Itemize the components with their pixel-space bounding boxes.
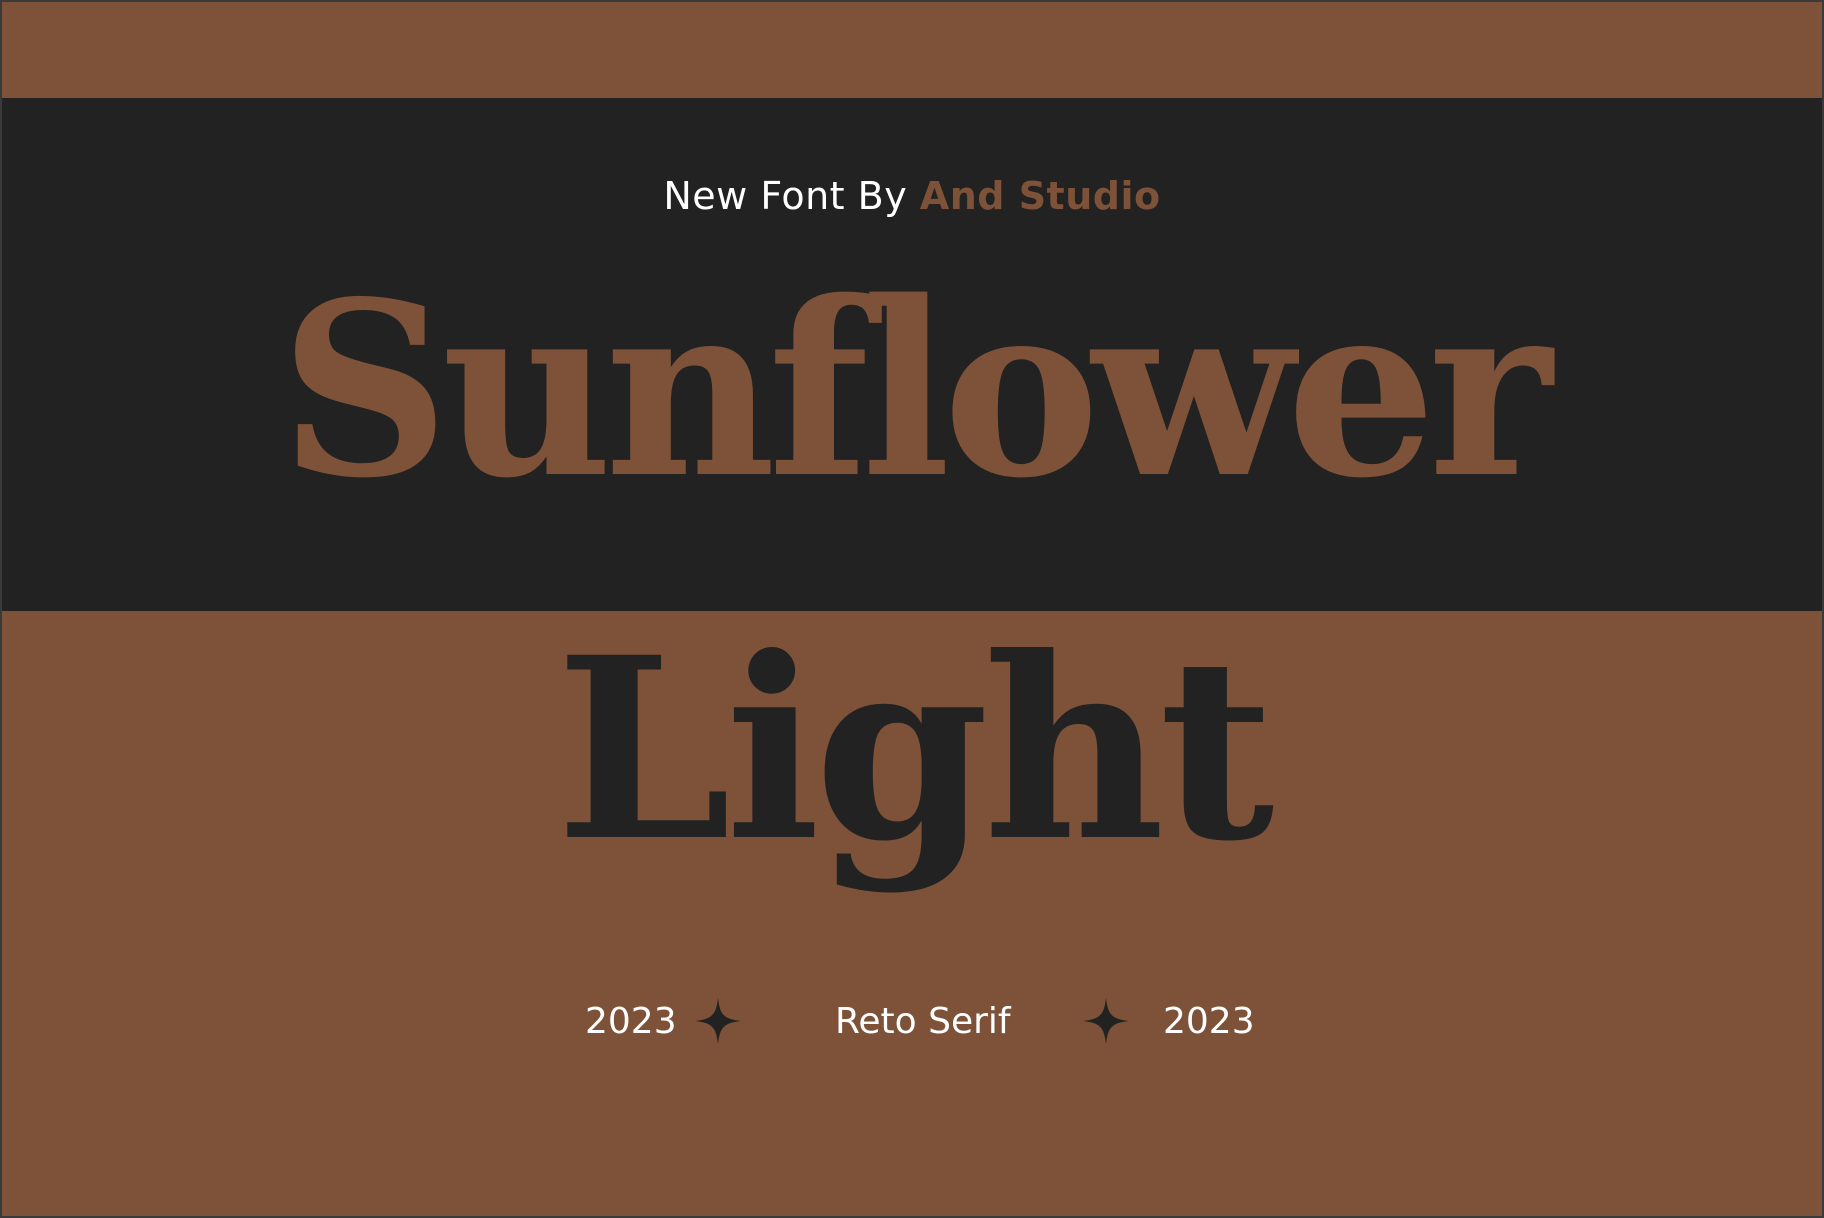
byline: New Font By And Studio (2, 174, 1822, 218)
footer-row: 2023 Reto Serif 2023 (2, 992, 1822, 1052)
title-light: Light (555, 602, 1275, 896)
title-sunflower: Sunflower (279, 249, 1553, 531)
star-shape (695, 998, 741, 1044)
star-icon (695, 998, 741, 1044)
year-left: 2023 (585, 1001, 677, 1042)
byline-studio: And Studio (919, 174, 1161, 218)
font-poster: New Font By And Studio Sunflower Light 2… (0, 0, 1824, 1218)
star-icon (1083, 998, 1129, 1044)
byline-prefix: New Font By (663, 174, 920, 218)
star-shape (1083, 998, 1129, 1044)
typeface-label: Reto Serif (835, 1001, 1011, 1042)
year-right: 2023 (1163, 1001, 1255, 1042)
